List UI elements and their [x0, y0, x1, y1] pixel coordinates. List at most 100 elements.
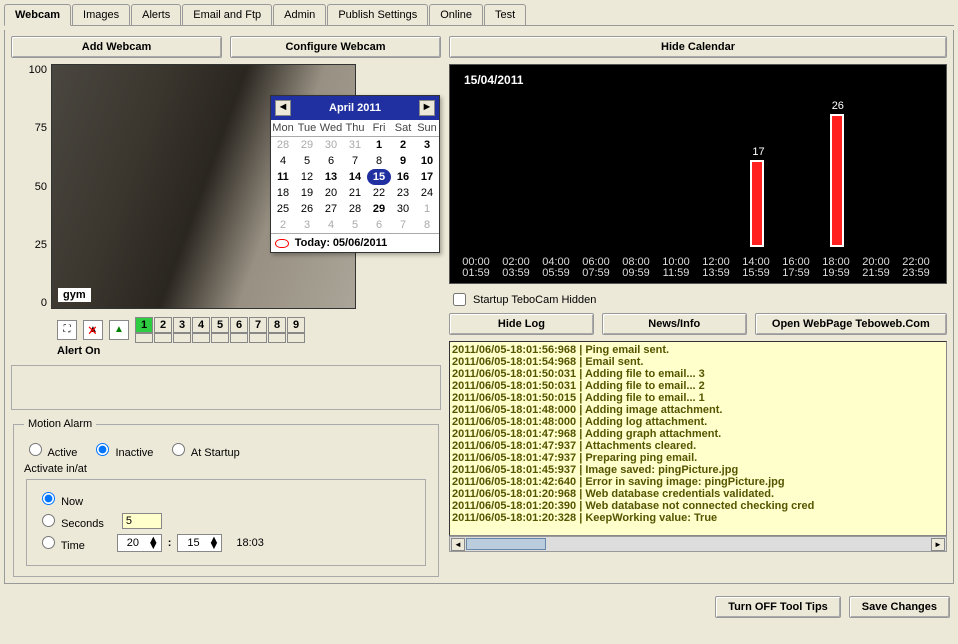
calendar-title: April 2011: [329, 102, 381, 114]
calendar-day[interactable]: 19: [295, 185, 319, 201]
calendar-day[interactable]: 9: [391, 153, 415, 169]
camera-slot-2[interactable]: 2: [154, 317, 172, 333]
radio-active[interactable]: Active: [24, 440, 77, 459]
calendar-day[interactable]: 11: [271, 169, 295, 185]
radio-at-startup[interactable]: At Startup: [167, 440, 239, 459]
tab-email-and-ftp[interactable]: Email and Ftp: [182, 4, 272, 25]
camera-slot-5[interactable]: 5: [211, 317, 229, 333]
calendar-day[interactable]: 29: [295, 137, 319, 153]
configure-webcam-button[interactable]: Configure Webcam: [230, 36, 441, 58]
camera-slot-8[interactable]: 8: [268, 317, 286, 333]
radio-inactive[interactable]: Inactive: [91, 440, 153, 459]
camera-slot-6[interactable]: 6: [230, 317, 248, 333]
calendar-day[interactable]: 8: [415, 217, 439, 233]
marker-on-icon[interactable]: ▲: [109, 320, 129, 340]
tab-images[interactable]: Images: [72, 4, 130, 25]
time-hour-input[interactable]: ▲▼: [117, 534, 162, 552]
calendar-day[interactable]: 6: [367, 217, 391, 233]
turn-off-tooltips-button[interactable]: Turn OFF Tool Tips: [715, 596, 841, 618]
chart-xaxis-tick: 04:0005:59: [536, 257, 576, 279]
add-webcam-button[interactable]: Add Webcam: [11, 36, 222, 58]
startup-hidden-checkbox[interactable]: [453, 293, 466, 306]
camera-slot-9[interactable]: 9: [287, 317, 305, 333]
calendar-day[interactable]: 14: [343, 169, 367, 185]
calendar-day[interactable]: 7: [391, 217, 415, 233]
calendar-day[interactable]: 17: [415, 169, 439, 185]
calendar[interactable]: ◄ April 2011 ► MonTueWedThuFriSatSun2829…: [270, 95, 440, 253]
tab-publish-settings[interactable]: Publish Settings: [327, 4, 428, 25]
hide-calendar-button[interactable]: Hide Calendar: [449, 36, 947, 58]
calendar-day[interactable]: 28: [343, 201, 367, 217]
calendar-header: Wed: [319, 120, 343, 137]
calendar-day[interactable]: 23: [391, 185, 415, 201]
calendar-day[interactable]: 2: [391, 137, 415, 153]
tab-online[interactable]: Online: [429, 4, 483, 25]
chart-xaxis-tick: 10:0011:59: [656, 257, 696, 279]
calendar-day[interactable]: 26: [295, 201, 319, 217]
log-line: 2011/06/05-18:01:50:031 | Adding file to…: [452, 380, 944, 392]
marker-off-icon[interactable]: ▲: [83, 320, 103, 340]
save-changes-button[interactable]: Save Changes: [849, 596, 950, 618]
scroll-right-icon[interactable]: ►: [931, 538, 945, 551]
calendar-prev-button[interactable]: ◄: [275, 100, 291, 116]
calendar-day[interactable]: 25: [271, 201, 295, 217]
calendar-day[interactable]: 1: [415, 201, 439, 217]
calendar-day[interactable]: 31: [343, 137, 367, 153]
scroll-thumb[interactable]: [466, 538, 546, 550]
calendar-day[interactable]: 18: [271, 185, 295, 201]
calendar-today-row[interactable]: Today: 05/06/2011: [271, 233, 439, 252]
calendar-day[interactable]: 6: [319, 153, 343, 169]
fullscreen-icon[interactable]: ⛶: [57, 320, 77, 340]
calendar-day[interactable]: 5: [343, 217, 367, 233]
calendar-day[interactable]: 30: [319, 137, 343, 153]
calendar-day[interactable]: 27: [319, 201, 343, 217]
calendar-day[interactable]: 2: [271, 217, 295, 233]
tab-admin[interactable]: Admin: [273, 4, 326, 25]
calendar-next-button[interactable]: ►: [419, 100, 435, 116]
calendar-day[interactable]: 3: [415, 137, 439, 153]
calendar-day[interactable]: 22: [367, 185, 391, 201]
camera-slot-4[interactable]: 4: [192, 317, 210, 333]
open-webpage-button[interactable]: Open WebPage Teboweb.Com: [755, 313, 947, 335]
calendar-header: Mon: [271, 120, 295, 137]
calendar-day[interactable]: 4: [271, 153, 295, 169]
chart-xaxis-tick: 08:0009:59: [616, 257, 656, 279]
calendar-day[interactable]: 13: [319, 169, 343, 185]
scroll-left-icon[interactable]: ◄: [451, 538, 465, 551]
calendar-day[interactable]: 7: [343, 153, 367, 169]
calendar-day[interactable]: 29: [367, 201, 391, 217]
calendar-day[interactable]: 12: [295, 169, 319, 185]
calendar-day[interactable]: 1: [367, 137, 391, 153]
radio-seconds[interactable]: Seconds: [37, 511, 104, 530]
log-horizontal-scrollbar[interactable]: ◄ ►: [449, 536, 947, 552]
activity-chart: 15/04/2011 1726 00:0001:5902:0003:5904:0…: [449, 64, 947, 284]
calendar-day[interactable]: 3: [295, 217, 319, 233]
calendar-day[interactable]: 4: [319, 217, 343, 233]
hide-log-button[interactable]: Hide Log: [449, 313, 594, 335]
tab-alerts[interactable]: Alerts: [131, 4, 181, 25]
camera-indicator-6: [230, 333, 248, 343]
camera-slot-7[interactable]: 7: [249, 317, 267, 333]
calendar-day[interactable]: 16: [391, 169, 415, 185]
time-min-input[interactable]: ▲▼: [177, 534, 222, 552]
radio-time[interactable]: Time: [37, 533, 85, 552]
tab-webcam[interactable]: Webcam: [4, 4, 71, 26]
calendar-day[interactable]: 5: [295, 153, 319, 169]
calendar-day[interactable]: 8: [367, 153, 391, 169]
calendar-day[interactable]: 20: [319, 185, 343, 201]
chart-title: 15/04/2011: [464, 73, 523, 87]
calendar-day[interactable]: 24: [415, 185, 439, 201]
radio-now[interactable]: Now: [37, 489, 83, 508]
camera-slot-3[interactable]: 3: [173, 317, 191, 333]
calendar-day[interactable]: 28: [271, 137, 295, 153]
calendar-day[interactable]: 30: [391, 201, 415, 217]
calendar-day[interactable]: 10: [415, 153, 439, 169]
tab-test[interactable]: Test: [484, 4, 526, 25]
log-panel[interactable]: 2011/06/05-18:01:56:968 | Ping email sen…: [449, 341, 947, 536]
seconds-input[interactable]: [122, 513, 162, 529]
camera-indicator-5: [211, 333, 229, 343]
camera-slot-1[interactable]: 1: [135, 317, 153, 333]
calendar-day[interactable]: 21: [343, 185, 367, 201]
calendar-day[interactable]: 15: [367, 169, 391, 185]
news-info-button[interactable]: News/Info: [602, 313, 747, 335]
